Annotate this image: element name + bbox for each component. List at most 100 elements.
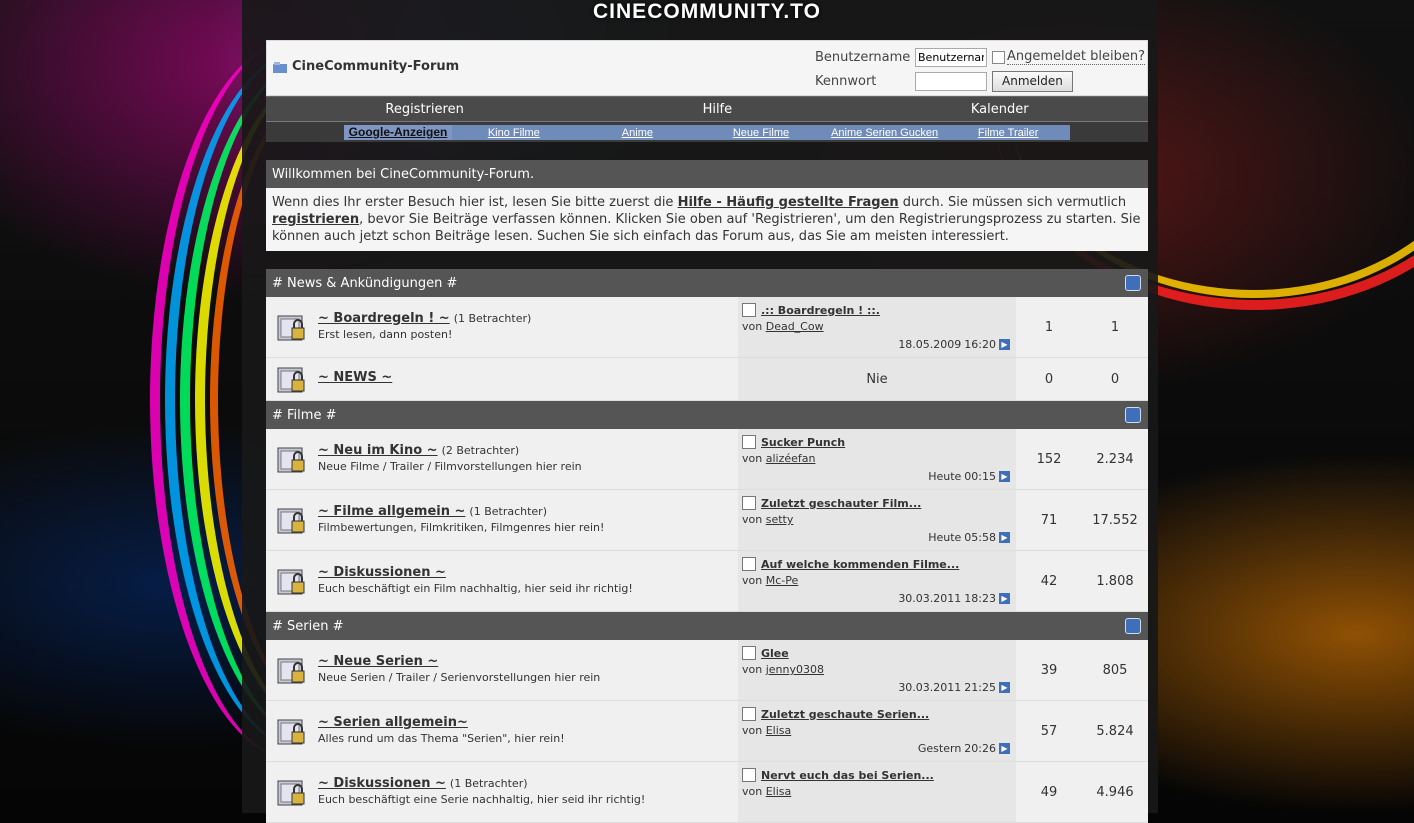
forum-header: CineCommunity-Forum Benutzername Angemel…	[266, 40, 1148, 96]
forum-home-link[interactable]: CineCommunity-Forum	[273, 59, 459, 74]
last-post-time: 21:25	[964, 681, 996, 694]
ad-link-google[interactable]: Google-Anzeigen	[344, 125, 452, 140]
last-post-time: 18:23	[964, 592, 996, 605]
welcome-title: Willkommen bei CineCommunity-Forum.	[266, 160, 1148, 188]
nav-register[interactable]: Registrieren	[385, 102, 463, 117]
last-post-by: von	[742, 724, 763, 737]
last-post: Glee von jenny0308 30.03.2011 21:25 ▶	[738, 640, 1016, 700]
forum-status	[266, 297, 318, 357]
last-post: Zuletzt geschaute Serien... von Elisa Gest…	[738, 701, 1016, 761]
last-post-date: Heute	[928, 531, 962, 544]
forum-name-link[interactable]: ~ Diskussionen ~	[318, 776, 446, 791]
last-post-title-link[interactable]: Zuletzt geschauter Film...	[761, 497, 921, 510]
category-title[interactable]: # Serien #	[272, 619, 344, 634]
forum-category: # News & Ankündigungen # ~ Boardregeln ! …	[266, 269, 1148, 401]
collapse-icon[interactable]	[1125, 275, 1141, 291]
goto-last-post-icon[interactable]: ▶	[999, 339, 1010, 350]
last-post-by: von	[742, 574, 763, 587]
forum-name-link[interactable]: ~ Filme allgemein ~	[318, 504, 465, 519]
forum-info: ~ Diskussionen ~ (1 Betrachter) Euch besch…	[318, 762, 738, 822]
collapse-icon[interactable]	[1125, 407, 1141, 423]
last-post: Nervt euch das bei Serien... von Elisa	[738, 762, 1016, 822]
last-post-title-link[interactable]: Sucker Punch	[761, 436, 845, 449]
goto-last-post-icon[interactable]: ▶	[999, 471, 1010, 482]
login-button[interactable]: Anmelden	[992, 70, 1073, 92]
last-post-by: von	[742, 513, 763, 526]
thread-count: 0	[1044, 371, 1054, 387]
thread-count: 42	[1040, 573, 1058, 589]
last-post-user-link[interactable]: setty	[766, 513, 794, 526]
faq-link[interactable]: Hilfe - Häufig gestellte Fragen	[678, 195, 899, 210]
remember-me[interactable]: Angemeldet bleiben?	[992, 49, 1145, 65]
forum-name-link[interactable]: ~ Neue Serien ~	[318, 654, 438, 669]
forum-name-link[interactable]: ~ Boardregeln ! ~	[318, 311, 450, 326]
last-post-date: 30.03.2011	[898, 592, 962, 605]
nav-help[interactable]: Hilfe	[703, 102, 733, 117]
ad-link[interactable]: Neue Filme	[699, 127, 823, 139]
forum-locked-icon	[277, 367, 305, 393]
last-post-title-link[interactable]: Auf welche kommenden Filme...	[761, 558, 959, 571]
last-post-user-link[interactable]: Elisa	[766, 785, 792, 798]
remember-checkbox[interactable]	[992, 50, 1005, 64]
last-post-by: von	[742, 663, 763, 676]
category-title[interactable]: # Filme #	[272, 408, 336, 423]
last-post-title-link[interactable]: Glee	[761, 647, 789, 660]
last-post-title-link[interactable]: .:: Boardregeln ! ::.	[761, 304, 880, 317]
ad-link[interactable]: Kino Filme	[452, 127, 576, 139]
last-post-title-link[interactable]: Nervt euch das bei Serien...	[761, 769, 934, 782]
last-post-date: Gestern	[917, 742, 962, 755]
forum-description: Filmbewertungen, Filmkritiken, Filmgenre…	[318, 521, 605, 534]
forum-description: Neue Serien / Trailer / Serienvorstellun…	[318, 671, 601, 684]
forum-name-link[interactable]: ~ Neu im Kino ~	[318, 443, 438, 458]
thread-icon	[742, 496, 756, 510]
forum-name-link[interactable]: ~ NEWS ~	[318, 370, 392, 385]
last-post-user-link[interactable]: Elisa	[766, 724, 792, 737]
last-post-user-link[interactable]: alizéefan	[766, 452, 816, 465]
forum-viewers: (1 Betrachter)	[469, 505, 547, 518]
forum-name-link[interactable]: ~ Serien allgemein~	[318, 715, 468, 730]
forum-row: ~ NEWS ~ Nie 0 0	[266, 358, 1148, 401]
last-post-time: 05:58	[964, 531, 996, 544]
goto-last-post-icon[interactable]: ▶	[999, 593, 1010, 604]
site-logo[interactable]: CINECOMMUNITY.TO	[0, 0, 1414, 24]
last-post-user-link[interactable]: Dead_Cow	[766, 320, 824, 333]
forum-viewers: (2 Betrachter)	[441, 444, 520, 457]
forum-description: Erst lesen, dann posten!	[318, 328, 453, 341]
forum-locked-icon	[277, 315, 305, 341]
category-title[interactable]: # News & Ankündigungen #	[272, 276, 457, 291]
collapse-icon[interactable]	[1125, 618, 1141, 634]
thread-count: 49	[1040, 784, 1058, 800]
welcome-text: Wenn dies Ihr erster Besuch hier ist, le…	[266, 188, 1148, 251]
welcome-box: Willkommen bei CineCommunity-Forum. Wenn…	[266, 160, 1148, 251]
goto-last-post-icon[interactable]: ▶	[999, 532, 1010, 543]
ad-navbar: Google-Anzeigen Kino Filme Anime Neue Fi…	[266, 121, 1148, 142]
ad-link[interactable]: Anime Serien Gucken	[823, 127, 947, 139]
forum-locked-icon	[277, 508, 305, 534]
forum-row: ~ Neue Serien ~ Neue Serien / Trailer / S…	[266, 640, 1148, 701]
forum-name-link[interactable]: ~ Diskussionen ~	[318, 565, 446, 580]
ad-link[interactable]: Filme Trailer	[946, 127, 1070, 139]
last-post-user-link[interactable]: jenny0308	[766, 663, 824, 676]
thread-icon	[742, 646, 756, 660]
last-post-date: Heute	[928, 470, 962, 483]
thread-icon	[742, 768, 756, 782]
forum-status	[266, 429, 318, 489]
goto-last-post-icon[interactable]: ▶	[999, 682, 1010, 693]
forum-description: Euch beschäftigt eine Serie nachhaltig, …	[318, 793, 646, 806]
register-link[interactable]: registrieren	[272, 212, 359, 227]
forum-status	[266, 358, 318, 400]
ad-link[interactable]: Anime	[576, 127, 700, 139]
forum-locked-icon	[277, 780, 305, 806]
last-post-user-link[interactable]: Mc-Pe	[766, 574, 799, 587]
forum-locked-icon	[277, 447, 305, 473]
thread-icon	[742, 707, 756, 721]
nav-calendar[interactable]: Kalender	[971, 102, 1029, 117]
username-field[interactable]	[915, 47, 987, 67]
post-count: 17.552	[1092, 512, 1138, 528]
forum-info: ~ Neu im Kino ~ (2 Betrachter) Neue Filme …	[318, 429, 738, 489]
forum-description: Euch beschäftigt ein Film nachhaltig, hi…	[318, 582, 633, 595]
goto-last-post-icon[interactable]: ▶	[999, 743, 1010, 754]
password-field[interactable]	[915, 71, 987, 91]
thread-count: 57	[1040, 723, 1058, 739]
last-post-title-link[interactable]: Zuletzt geschaute Serien...	[761, 708, 929, 721]
